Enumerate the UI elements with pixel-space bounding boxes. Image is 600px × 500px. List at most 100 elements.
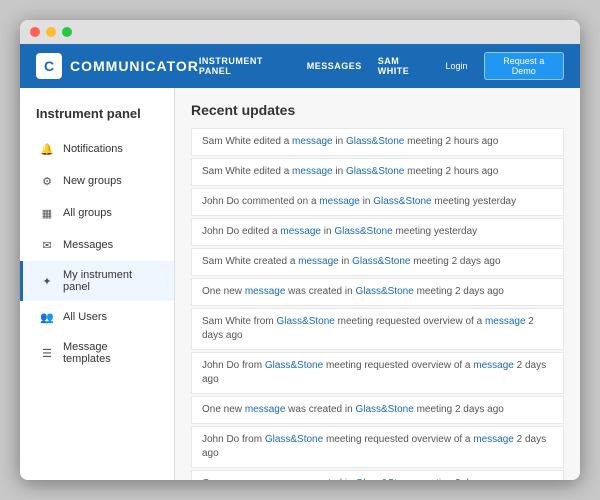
update-item: Sam White edited a message in Glass&Ston… — [191, 158, 564, 186]
update-link-1[interactable]: Glass&Stone — [265, 434, 323, 445]
update-text-before: Sam White created a — [202, 256, 298, 267]
messages-icon: ✉ — [39, 237, 55, 253]
update-link-1[interactable]: message — [298, 256, 339, 267]
update-text-middle: meeting requested overview of a — [335, 316, 485, 327]
close-button[interactable] — [30, 27, 40, 37]
update-text-after: meeting yesterday — [393, 226, 478, 237]
update-text-middle: in — [333, 166, 346, 177]
update-text-middle: meeting requested overview of a — [323, 360, 473, 371]
update-link-2[interactable]: Glass&Stone — [334, 226, 392, 237]
sidebar-item-label: Notifications — [63, 143, 123, 155]
update-item: One new message was created in Glass&Sto… — [191, 470, 564, 480]
update-text-before: Sam White edited a — [202, 166, 292, 177]
update-link-2[interactable]: Glass&Stone — [373, 196, 431, 207]
update-link-2[interactable]: Glass&Stone — [355, 286, 413, 297]
sidebar-item-label: Messages — [63, 239, 113, 251]
sidebar-item-my-panel[interactable]: ✦ My instrument panel — [20, 261, 174, 301]
update-text-after: meeting 2 hours ago — [404, 136, 498, 147]
update-link-1[interactable]: message — [245, 286, 286, 297]
update-link-1[interactable]: message — [280, 226, 321, 237]
update-link-2[interactable]: Glass&Stone — [355, 404, 413, 415]
update-text-before: John Do edited a — [202, 226, 280, 237]
update-text-middle: in — [321, 226, 334, 237]
update-text-before: One new — [202, 404, 245, 415]
nav-user[interactable]: SAM WHITE — [378, 56, 430, 76]
update-text-before: Sam White from — [202, 316, 276, 327]
update-text-after: meeting 2 days ago — [414, 286, 504, 297]
update-item: Sam White created a message in Glass&Sto… — [191, 248, 564, 276]
update-text-middle: in — [339, 256, 352, 267]
update-link-1[interactable]: Glass&Stone — [276, 316, 334, 327]
update-text-after: meeting 2 days ago — [414, 404, 504, 415]
update-text-before: John Do commented on a — [202, 196, 319, 207]
update-text-before: John Do from — [202, 434, 265, 445]
update-link-1[interactable]: message — [292, 136, 333, 147]
update-link-2[interactable]: message — [473, 360, 514, 371]
update-link-2[interactable]: Glass&Stone — [346, 136, 404, 147]
update-item: One new message was created in Glass&Sto… — [191, 278, 564, 306]
notifications-icon: 🔔 — [39, 141, 55, 157]
update-item: John Do edited a message in Glass&Stone … — [191, 218, 564, 246]
sidebar-item-all-groups[interactable]: ▦ All groups — [20, 197, 174, 229]
update-link-1[interactable]: message — [245, 478, 286, 480]
update-text-before: One new — [202, 478, 245, 480]
all-users-icon: 👥 — [39, 309, 55, 325]
sidebar-item-new-groups[interactable]: ⚙ New groups — [20, 165, 174, 197]
update-link-2[interactable]: Glass&Stone — [352, 256, 410, 267]
update-link-1[interactable]: message — [292, 166, 333, 177]
sidebar-item-notifications[interactable]: 🔔 Notifications — [20, 133, 174, 165]
update-text-middle: was created in — [285, 286, 355, 297]
update-text-before: Sam White edited a — [202, 136, 292, 147]
templates-icon: ☰ — [39, 345, 55, 361]
nav-instrument-panel[interactable]: INSTRUMENT PANEL — [199, 56, 291, 76]
update-link-1[interactable]: message — [245, 404, 286, 415]
update-link-2[interactable]: message — [473, 434, 514, 445]
sidebar-item-messages[interactable]: ✉ Messages — [20, 229, 174, 261]
minimize-button[interactable] — [46, 27, 56, 37]
update-link-2[interactable]: Glass&Stone — [355, 478, 413, 480]
main-area: Instrument panel 🔔 Notifications ⚙ New g… — [20, 88, 580, 480]
maximize-button[interactable] — [62, 27, 72, 37]
update-link-1[interactable]: Glass&Stone — [265, 360, 323, 371]
update-link-1[interactable]: message — [319, 196, 360, 207]
sidebar-item-templates[interactable]: ☰ Message templates — [20, 333, 174, 373]
sidebar-item-label: All groups — [63, 207, 112, 219]
update-text-before: John Do from — [202, 360, 265, 371]
update-text-after: meeting yesterday — [432, 196, 517, 207]
update-link-2[interactable]: message — [485, 316, 526, 327]
content-title: Recent updates — [191, 102, 564, 118]
updates-list: Sam White edited a message in Glass&Ston… — [191, 128, 564, 480]
update-text-before: One new — [202, 286, 245, 297]
update-item: John Do from Glass&Stone meeting request… — [191, 426, 564, 468]
sidebar-item-label: New groups — [63, 175, 122, 187]
sidebar-item-label: All Users — [63, 311, 107, 323]
request-demo-button[interactable]: Request a Demo — [484, 52, 564, 80]
sidebar-item-label: My instrument panel — [63, 269, 158, 293]
update-item: Sam White edited a message in Glass&Ston… — [191, 128, 564, 156]
update-text-middle: in — [333, 136, 346, 147]
app-window: C COMMUNICATOR INSTRUMENT PANEL MESSAGES… — [20, 20, 580, 480]
update-item: One new message was created in Glass&Sto… — [191, 396, 564, 424]
update-link-2[interactable]: Glass&Stone — [346, 166, 404, 177]
sidebar-item-label: Message templates — [63, 341, 158, 365]
content-area: Recent updates Sam White edited a messag… — [175, 88, 580, 480]
logo-icon: C — [36, 53, 62, 79]
update-item: John Do from Glass&Stone meeting request… — [191, 352, 564, 394]
update-text-after: meeting 2 hours ago — [404, 166, 498, 177]
title-bar — [20, 20, 580, 44]
update-item: John Do commented on a message in Glass&… — [191, 188, 564, 216]
update-item: Sam White from Glass&Stone meeting reque… — [191, 308, 564, 350]
my-panel-icon: ✦ — [39, 273, 55, 289]
update-text-after: meeting 2 days ago — [410, 256, 500, 267]
all-groups-icon: ▦ — [39, 205, 55, 221]
update-text-middle: meeting requested overview of a — [323, 434, 473, 445]
update-text-middle: in — [360, 196, 373, 207]
logo-area: C COMMUNICATOR — [36, 53, 199, 79]
nav-messages[interactable]: MESSAGES — [307, 61, 362, 71]
sidebar-item-all-users[interactable]: 👥 All Users — [20, 301, 174, 333]
update-text-middle: was created in — [285, 404, 355, 415]
login-button[interactable]: Login — [446, 61, 468, 71]
logo-text: COMMUNICATOR — [70, 58, 199, 74]
logo-initial: C — [44, 58, 54, 74]
nav-links: INSTRUMENT PANEL MESSAGES SAM WHITE Logi… — [199, 52, 564, 80]
